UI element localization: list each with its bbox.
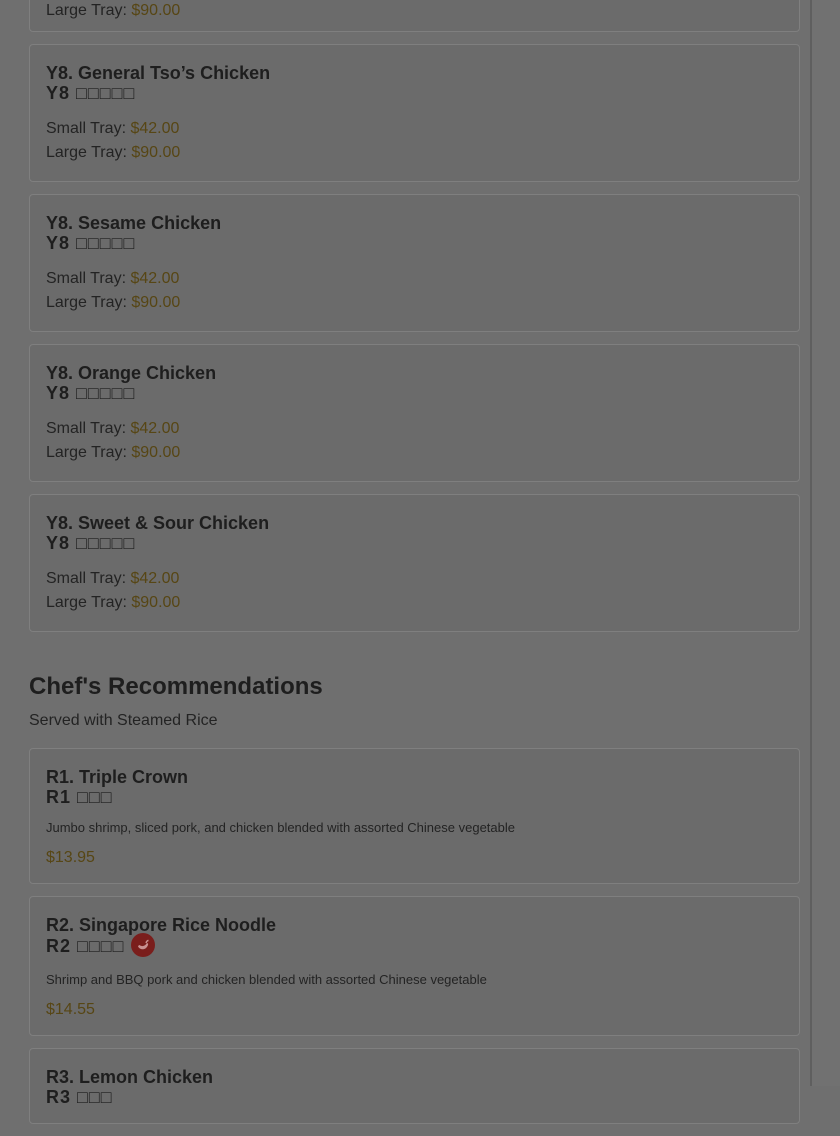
item-price: $13.95 (46, 849, 95, 866)
large-tray-label: Large Tray: (46, 594, 132, 611)
large-tray-label: Large Tray: (46, 144, 132, 161)
small-tray-line: Small Tray: $42.00 (46, 567, 783, 591)
item-chinese-name: Y8 □□□□□ (46, 83, 136, 103)
item-title: Y8. General Tso’s Chicken (46, 63, 271, 83)
small-tray-price: $42.00 (130, 120, 180, 137)
item-chinese-name: Y8 □□□□□ (46, 383, 136, 403)
menu-item-card[interactable]: Y8. Sesame Chicken Y8 □□□□□ Small Tray: … (29, 194, 800, 332)
small-tray-label: Small Tray: (46, 420, 131, 437)
item-description: Jumbo shrimp, sliced pork, and chicken b… (46, 820, 515, 835)
menu-content: Large Tray: $90.00 Y8. General Tso’s Chi… (29, 0, 800, 1136)
menu-item-card[interactable]: Y8. Orange Chicken Y8 □□□□□ Small Tray: … (29, 344, 800, 482)
section-title: Chef's Recommendations (29, 673, 323, 700)
small-tray-label: Small Tray: (46, 120, 131, 137)
scrollbar-track[interactable] (810, 0, 840, 1086)
large-tray-price: $90.00 (131, 444, 181, 461)
large-tray-line: Large Tray: $90.00 (46, 291, 783, 315)
item-title: Y8. Orange Chicken (46, 363, 217, 383)
large-tray-label: Large Tray: (46, 294, 132, 311)
small-tray-label: Small Tray: (46, 570, 131, 587)
item-chinese-name: Y8 □□□□□ (46, 533, 136, 553)
large-tray-line: Large Tray: $90.00 (46, 0, 180, 23)
menu-item-card[interactable]: R1. Triple Crown R1 □□□ Jumbo shrimp, sl… (29, 748, 800, 884)
item-title: R1. Triple Crown (46, 767, 189, 787)
small-tray-price: $42.00 (130, 420, 180, 437)
item-description: Shrimp and BBQ pork and chicken blended … (46, 972, 487, 987)
item-title: R2. Singapore Rice Noodle (46, 915, 277, 935)
small-tray-price: $42.00 (130, 270, 180, 287)
item-chinese-name: Y8 □□□□□ (46, 233, 136, 253)
menu-item-card[interactable]: Y8. General Tso’s Chicken Y8 □□□□□ Small… (29, 44, 800, 182)
menu-item-card[interactable]: R3. Lemon Chicken R3 □□□ (29, 1048, 800, 1124)
spicy-icon (130, 933, 155, 957)
item-chinese-name: R3 □□□ (46, 1087, 113, 1107)
large-tray-price: $90.00 (131, 294, 181, 311)
item-title: Y8. Sesame Chicken (46, 213, 222, 233)
menu-item-card[interactable]: Y8. Sweet & Sour Chicken Y8 □□□□□ Small … (29, 494, 800, 632)
large-tray-price: $90.00 (131, 594, 181, 611)
item-chinese-name: R1 □□□ (46, 787, 113, 807)
large-tray-line: Large Tray: $90.00 (46, 591, 783, 615)
large-tray-price: $90.00 (131, 144, 181, 161)
item-chinese-name-row: R2 □□□□ (46, 933, 783, 959)
item-title: Y8. Sweet & Sour Chicken (46, 513, 270, 533)
large-tray-label: Large Tray: (46, 444, 132, 461)
small-tray-line: Small Tray: $42.00 (46, 267, 783, 291)
item-chinese-name: R2 □□□□ (46, 935, 125, 956)
small-tray-label: Small Tray: (46, 270, 131, 287)
large-tray-line: Large Tray: $90.00 (46, 141, 783, 165)
small-tray-line: Small Tray: $42.00 (46, 117, 783, 141)
small-tray-price: $42.00 (130, 570, 180, 587)
menu-item-card[interactable]: Large Tray: $90.00 (29, 0, 800, 32)
item-price: $14.55 (46, 1001, 95, 1018)
large-tray-line: Large Tray: $90.00 (46, 441, 783, 465)
section-subtitle: Served with Steamed Rice (29, 712, 218, 729)
large-tray-price: $90.00 (131, 2, 181, 19)
small-tray-line: Small Tray: $42.00 (46, 417, 783, 441)
menu-item-card[interactable]: R2. Singapore Rice Noodle R2 □□□□ Shrimp… (29, 896, 800, 1036)
large-tray-label: Large Tray: (46, 2, 132, 19)
item-title: R3. Lemon Chicken (46, 1067, 214, 1087)
